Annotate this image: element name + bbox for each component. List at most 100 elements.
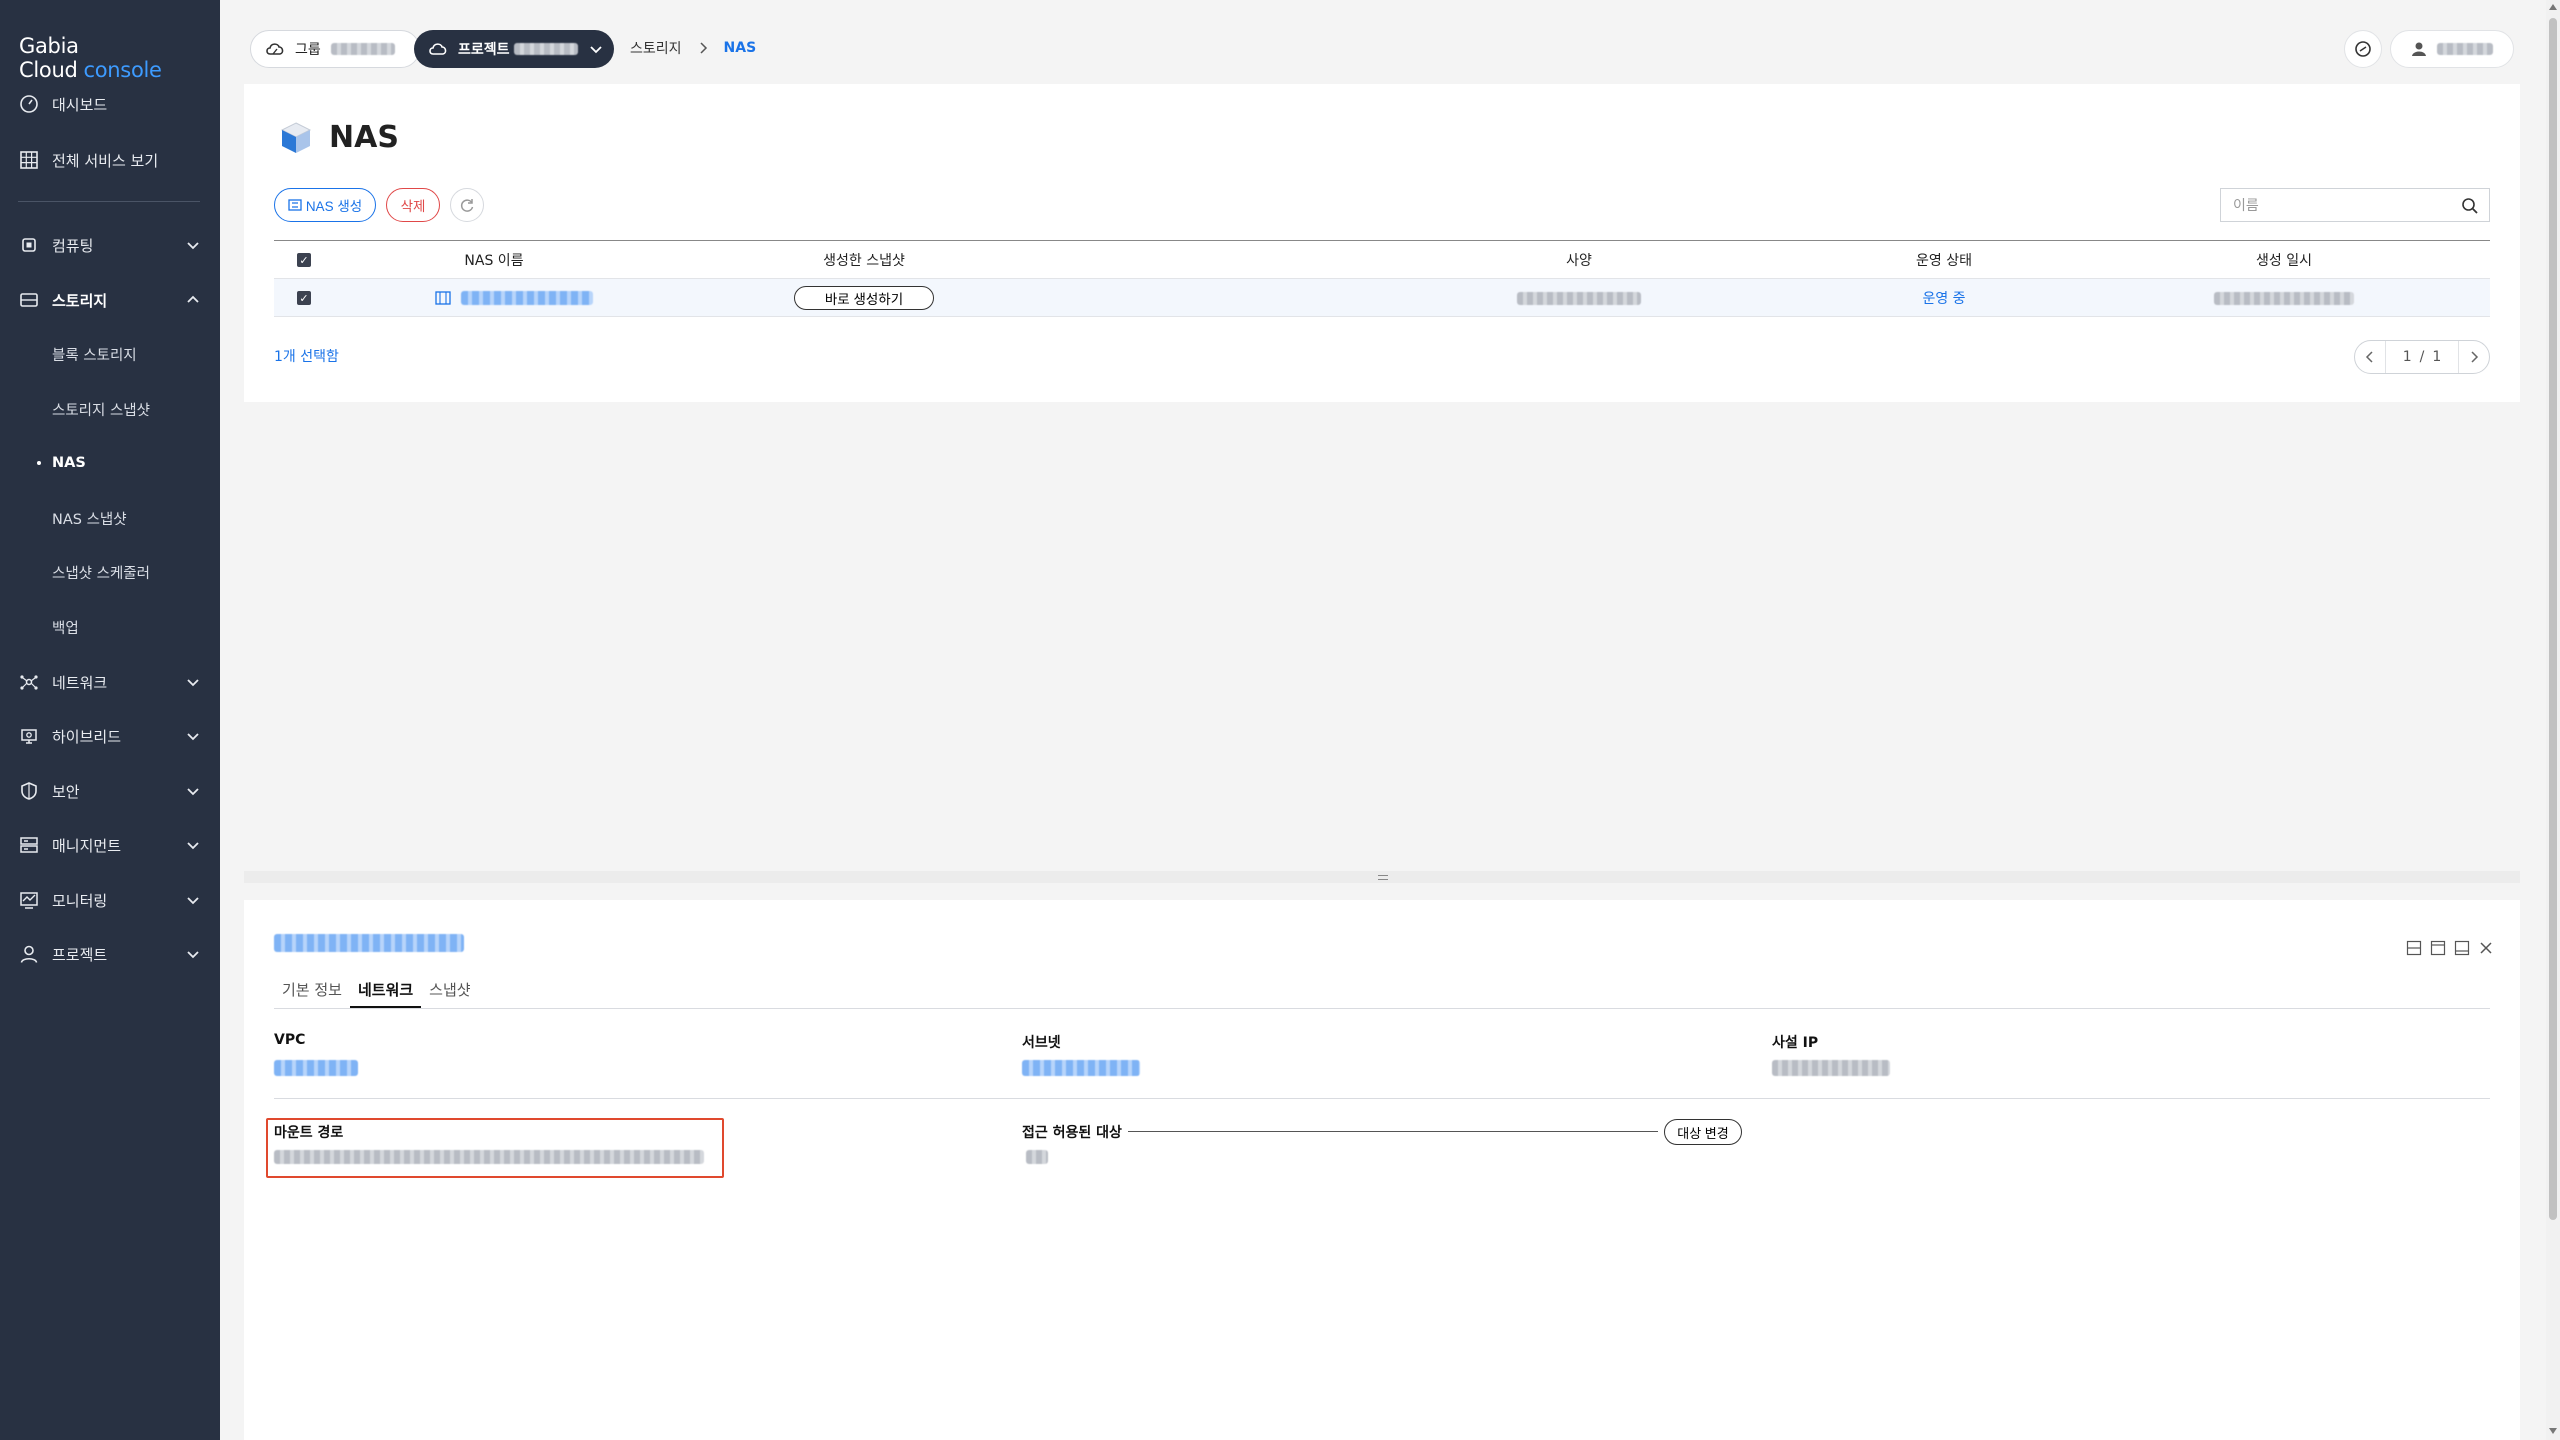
nas-create-button[interactable]: NAS 생성 xyxy=(274,188,376,222)
vpc-label: VPC xyxy=(274,1032,306,1048)
chevron-up-icon xyxy=(187,295,199,303)
management-icon xyxy=(18,834,40,856)
network-icon xyxy=(18,671,40,693)
row-nas-name[interactable] xyxy=(334,279,694,317)
change-target-button[interactable]: 대상 변경 xyxy=(1664,1119,1742,1145)
sidebar-sub-snapshot-scheduler[interactable]: 스냅샷 스케줄러 xyxy=(0,554,220,590)
project-selector[interactable]: 프로젝트 xyxy=(414,30,614,68)
detail-tabs: 기본 정보 네트워크 스냅샷 xyxy=(274,976,479,1008)
user-menu-button[interactable] xyxy=(2390,30,2514,68)
subnet-value-redacted[interactable] xyxy=(1022,1060,1140,1076)
next-page-button[interactable] xyxy=(2459,341,2489,373)
mount-path-label: 마운트 경로 xyxy=(274,1125,344,1141)
scroll-down-arrow[interactable] xyxy=(2549,1428,2557,1434)
maximize-icon[interactable] xyxy=(2454,940,2470,956)
search-input[interactable]: 이름 xyxy=(2220,188,2490,222)
sidebar-item-dashboard[interactable]: 대시보드 xyxy=(0,84,220,124)
pagination: 1 / 1 xyxy=(2354,340,2490,374)
delete-button[interactable]: 삭제 xyxy=(386,188,440,222)
nas-table: ✓ NAS 이름 생성한 스냅샷 사양 운영 상태 생성 일시 ✓ 바로 생성하… xyxy=(274,240,2490,317)
storage-icon xyxy=(18,289,40,311)
subnet-label: 서브넷 xyxy=(1022,1035,1061,1051)
spec-redacted xyxy=(1517,291,1641,305)
panel-controls xyxy=(2406,940,2494,956)
status-badge: 운영 중 xyxy=(1922,291,1966,307)
group-name-redacted xyxy=(330,43,395,55)
chevron-down-icon xyxy=(589,46,602,54)
sidebar-sub-nas[interactable]: NAS xyxy=(0,445,220,481)
table-row[interactable]: ✓ 바로 생성하기 운영 중 xyxy=(274,279,2490,317)
sidebar-item-project[interactable]: 프로젝트 xyxy=(0,934,220,974)
create-snapshot-now-button[interactable]: 바로 생성하기 xyxy=(794,286,934,310)
table-header-row: ✓ NAS 이름 생성한 스냅샷 사양 운영 상태 생성 일시 xyxy=(274,241,2490,279)
chevron-down-icon xyxy=(187,242,199,250)
row-snapshot: 바로 생성하기 xyxy=(694,279,1034,317)
scroll-up-arrow[interactable] xyxy=(2549,4,2557,10)
sidebar-divider xyxy=(18,201,200,202)
access-target-value-redacted xyxy=(1026,1150,1048,1164)
sidebar-sub-block-storage[interactable]: 블록 스토리지 xyxy=(0,336,220,372)
cloud-icon xyxy=(429,43,447,55)
cpu-icon xyxy=(18,234,40,256)
sidebar-item-management[interactable]: 매니지먼트 xyxy=(0,825,220,865)
chevron-down-icon xyxy=(187,733,199,741)
user-icon xyxy=(2412,42,2426,56)
mount-path-value-redacted[interactable] xyxy=(274,1150,704,1164)
group-selector[interactable]: 그룹 xyxy=(250,30,420,68)
prev-page-button[interactable] xyxy=(2355,341,2385,373)
detail-nas-name-redacted xyxy=(274,934,464,952)
monitoring-icon xyxy=(18,889,40,911)
row-created-at xyxy=(2144,279,2424,317)
row-status: 운영 중 xyxy=(1804,279,2084,317)
sidebar-sub-storage-snapshot[interactable]: 스토리지 스냅샷 xyxy=(0,391,220,427)
select-all-checkbox[interactable]: ✓ xyxy=(274,241,334,279)
sidebar-item-network[interactable]: 네트워크 xyxy=(0,662,220,702)
private-ip-value-redacted xyxy=(1772,1060,1890,1076)
sidebar: Gabia Cloud console 대시보드 전체 서비스 보기 컴퓨팅 스토… xyxy=(0,0,220,1440)
breadcrumb-nas: NAS xyxy=(723,40,757,56)
vpc-value-redacted[interactable] xyxy=(274,1060,358,1076)
selected-count: 1개 선택함 xyxy=(274,349,339,365)
sidebar-item-security[interactable]: 보안 xyxy=(0,771,220,811)
scroll-thumb[interactable] xyxy=(2549,18,2557,1220)
sidebar-sub-backup[interactable]: 백업 xyxy=(0,609,220,645)
logo[interactable]: Gabia Cloud console xyxy=(19,34,220,82)
sidebar-item-monitoring[interactable]: 모니터링 xyxy=(0,880,220,920)
panel-resize-handle[interactable] xyxy=(244,871,2520,883)
header-spec: 사양 xyxy=(1566,253,1592,269)
header-created-at: 생성 일시 xyxy=(2256,253,2312,269)
user-icon xyxy=(18,943,40,965)
row-checkbox[interactable]: ✓ xyxy=(274,279,334,317)
access-target-line xyxy=(1128,1131,1658,1132)
nas-add-icon xyxy=(288,199,302,211)
chevron-down-icon xyxy=(187,842,199,850)
search-icon[interactable] xyxy=(2461,197,2479,215)
sidebar-item-storage[interactable]: 스토리지 xyxy=(0,280,220,320)
top-bar: 그룹 프로젝트 스토리지 NAS xyxy=(220,0,2550,80)
sidebar-sub-nas-snapshot[interactable]: NAS 스냅샷 xyxy=(0,500,220,536)
page-indicator: 1 / 1 xyxy=(2385,341,2459,373)
header-nas-name[interactable]: NAS 이름 xyxy=(334,241,654,279)
page-scrollbar[interactable] xyxy=(2546,0,2560,1440)
close-icon[interactable] xyxy=(2478,940,2494,956)
refresh-button[interactable] xyxy=(450,188,484,222)
tab-network[interactable]: 네트워크 xyxy=(349,976,422,1008)
chevron-down-icon xyxy=(187,951,199,959)
sidebar-item-all-services[interactable]: 전체 서비스 보기 xyxy=(0,140,220,180)
sidebar-item-hybrid[interactable]: 하이브리드 xyxy=(0,716,220,756)
chevron-down-icon xyxy=(187,788,199,796)
tab-snapshot[interactable]: 스냅샷 xyxy=(421,976,478,1008)
tab-basic-info[interactable]: 기본 정보 xyxy=(274,976,350,1008)
row-divider xyxy=(274,1098,2490,1099)
row-spec xyxy=(1464,279,1694,317)
access-target-label: 접근 허용된 대상 xyxy=(1022,1125,1122,1141)
breadcrumb: 스토리지 NAS xyxy=(630,38,756,58)
split-bottom-icon[interactable] xyxy=(2406,940,2422,956)
user-name-redacted xyxy=(2437,43,2493,55)
nas-list-panel: NAS NAS 생성 삭제 이름 ✓ NAS 이름 생성한 스냅샷 사양 운영 … xyxy=(244,84,2520,402)
breadcrumb-storage[interactable]: 스토리지 xyxy=(630,38,682,58)
project-name-redacted xyxy=(513,43,578,55)
sidebar-item-computing[interactable]: 컴퓨팅 xyxy=(0,225,220,265)
split-top-icon[interactable] xyxy=(2430,940,2446,956)
chat-button[interactable] xyxy=(2344,30,2382,68)
